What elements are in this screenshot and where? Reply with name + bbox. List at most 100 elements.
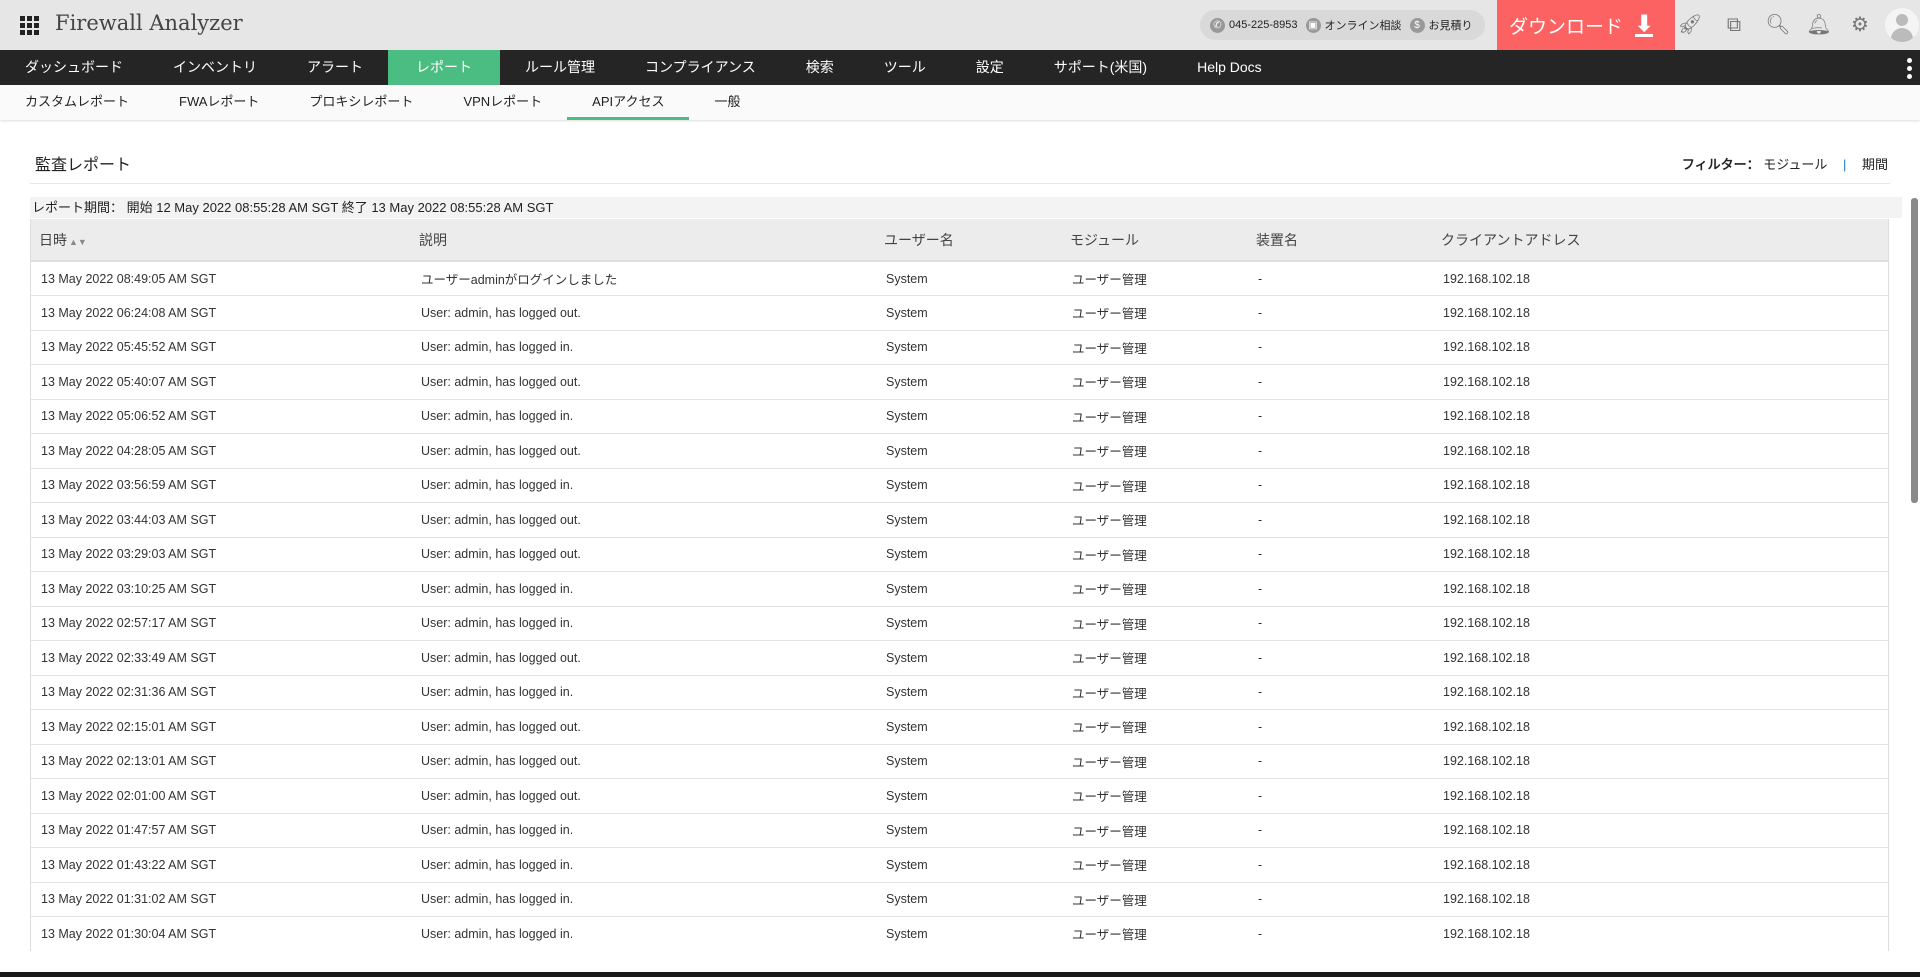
table-row[interactable]: 13 May 2022 05:40:07 AM SGT User: admin, …	[31, 364, 1888, 400]
col-device[interactable]: 装置名	[1248, 219, 1433, 262]
monitor-icon: ▣	[1305, 17, 1321, 33]
table-row[interactable]: 13 May 2022 02:31:36 AM SGT User: admin, …	[31, 675, 1888, 710]
filter-module-link[interactable]: モジュール	[1763, 157, 1827, 172]
rocket-icon[interactable]: 🚀︎	[1677, 12, 1703, 38]
more-menu-icon[interactable]	[1907, 58, 1912, 79]
cell-username: System	[876, 606, 1062, 641]
table-row[interactable]: 13 May 2022 08:49:05 AM SGT ユーザーadminがログイ…	[31, 261, 1888, 296]
cell-datetime: 13 May 2022 03:10:25 AM SGT	[31, 571, 411, 607]
table-row[interactable]: 13 May 2022 03:44:03 AM SGT User: admin, …	[31, 502, 1888, 538]
main-nav: ダッシュボード インベントリ アラート レポート ルール管理 コンプライアンス …	[0, 50, 1920, 85]
table-row[interactable]: 13 May 2022 02:13:01 AM SGT User: admin, …	[31, 744, 1888, 779]
cell-module: ユーザー管理	[1062, 778, 1248, 814]
table-row[interactable]: 13 May 2022 05:45:52 AM SGT User: admin, …	[31, 330, 1888, 365]
cell-datetime: 13 May 2022 04:28:05 AM SGT	[31, 433, 411, 469]
table-row[interactable]: 13 May 2022 01:31:02 AM SGT User: admin, …	[31, 882, 1888, 917]
quote-link[interactable]: お見積り	[1429, 17, 1473, 33]
sort-icon[interactable]: ▲▼	[69, 237, 87, 247]
cell-client-address: 192.168.102.18	[1433, 261, 1888, 296]
nav-support[interactable]: サポート(米国)	[1029, 50, 1172, 85]
cell-username: System	[876, 916, 1062, 951]
cell-module: ユーザー管理	[1062, 502, 1248, 538]
cell-description: User: admin, has logged in.	[411, 468, 876, 503]
presentation-icon[interactable]: ⧉	[1721, 12, 1747, 38]
cell-module: ユーザー管理	[1062, 882, 1248, 917]
cell-device: -	[1248, 916, 1433, 951]
search-icon[interactable]: 🔍︎	[1765, 12, 1791, 38]
cell-username: System	[876, 399, 1062, 434]
table-row[interactable]: 13 May 2022 01:30:04 AM SGT User: admin, …	[31, 916, 1888, 951]
subnav-proxy-report[interactable]: プロキシレポート	[284, 85, 438, 120]
cell-client-address: 192.168.102.18	[1433, 571, 1888, 607]
subnav-api-access[interactable]: APIアクセス	[567, 85, 690, 120]
cell-client-address: 192.168.102.18	[1433, 364, 1888, 400]
col-module[interactable]: モジュール	[1062, 219, 1248, 262]
gear-icon[interactable]: ⚙	[1847, 12, 1873, 38]
cell-description: User: admin, has logged in.	[411, 399, 876, 434]
nav-help-docs[interactable]: Help Docs	[1172, 50, 1287, 85]
table-row[interactable]: 13 May 2022 03:56:59 AM SGT User: admin, …	[31, 468, 1888, 503]
cell-module: ユーザー管理	[1062, 675, 1248, 710]
phone-number[interactable]: 045-225-8953	[1229, 19, 1298, 31]
nav-reports[interactable]: レポート	[388, 50, 500, 85]
scrollbar[interactable]	[1911, 198, 1918, 503]
cell-username: System	[876, 502, 1062, 538]
cell-description: User: admin, has logged out.	[411, 502, 876, 538]
cell-username: System	[876, 709, 1062, 745]
nav-search[interactable]: 検索	[781, 50, 859, 85]
filter-period-link[interactable]: 期間	[1862, 157, 1888, 172]
cell-datetime: 13 May 2022 08:49:05 AM SGT	[31, 261, 411, 296]
cell-username: System	[876, 261, 1062, 296]
nav-alerts[interactable]: アラート	[282, 50, 388, 85]
col-client-address[interactable]: クライアントアドレス	[1433, 219, 1888, 262]
cell-description: User: admin, has logged out.	[411, 778, 876, 814]
table-row[interactable]: 13 May 2022 02:01:00 AM SGT User: admin, …	[31, 778, 1888, 814]
cell-device: -	[1248, 640, 1433, 676]
col-datetime[interactable]: 日時 ▲▼	[31, 219, 411, 262]
cell-device: -	[1248, 433, 1433, 469]
cell-datetime: 13 May 2022 05:06:52 AM SGT	[31, 399, 411, 434]
cell-device: -	[1248, 606, 1433, 641]
subnav-fwa-report[interactable]: FWAレポート	[154, 85, 284, 120]
online-consult-link[interactable]: オンライン相談	[1325, 17, 1402, 33]
cell-description: User: admin, has logged out.	[411, 364, 876, 400]
cell-device: -	[1248, 537, 1433, 572]
subnav-general[interactable]: 一般	[689, 85, 765, 120]
table-row[interactable]: 13 May 2022 01:47:57 AM SGT User: admin, …	[31, 813, 1888, 848]
nav-compliance[interactable]: コンプライアンス	[620, 50, 781, 85]
cell-datetime: 13 May 2022 02:57:17 AM SGT	[31, 606, 411, 641]
contact-pill: ✆ 045-225-8953 ▣ オンライン相談 $ お見積り	[1200, 10, 1485, 40]
table-row[interactable]: 13 May 2022 04:28:05 AM SGT User: admin, …	[31, 433, 1888, 469]
cell-description: User: admin, has logged out.	[411, 537, 876, 572]
nav-rule-management[interactable]: ルール管理	[500, 50, 620, 85]
nav-inventory[interactable]: インベントリ	[148, 50, 282, 85]
download-icon: ⬇	[1635, 10, 1654, 37]
page-header: 監査レポート フィルター： モジュール | 期間	[30, 142, 1890, 184]
nav-tools[interactable]: ツール	[859, 50, 951, 85]
subnav-vpn-report[interactable]: VPNレポート	[438, 85, 567, 120]
col-description[interactable]: 説明	[411, 219, 876, 262]
cell-username: System	[876, 744, 1062, 779]
table-row[interactable]: 13 May 2022 02:15:01 AM SGT User: admin, …	[31, 709, 1888, 745]
cell-username: System	[876, 364, 1062, 400]
table-row[interactable]: 13 May 2022 02:57:17 AM SGT User: admin, …	[31, 606, 1888, 641]
table-row[interactable]: 13 May 2022 02:33:49 AM SGT User: admin, …	[31, 640, 1888, 676]
filter-label: フィルター：	[1681, 157, 1760, 172]
avatar[interactable]	[1885, 8, 1919, 42]
cell-client-address: 192.168.102.18	[1433, 330, 1888, 365]
table-row[interactable]: 13 May 2022 03:29:03 AM SGT User: admin, …	[31, 537, 1888, 572]
filter-separator: |	[1842, 157, 1847, 172]
app-grid-icon[interactable]	[20, 16, 39, 35]
table-row[interactable]: 13 May 2022 05:06:52 AM SGT User: admin, …	[31, 399, 1888, 434]
nav-dashboard[interactable]: ダッシュボード	[0, 50, 148, 85]
nav-settings[interactable]: 設定	[951, 50, 1029, 85]
cell-description: User: admin, has logged in.	[411, 675, 876, 710]
table-row[interactable]: 13 May 2022 06:24:08 AM SGT User: admin, …	[31, 295, 1888, 331]
table-row[interactable]: 13 May 2022 01:43:22 AM SGT User: admin, …	[31, 847, 1888, 883]
cell-client-address: 192.168.102.18	[1433, 744, 1888, 779]
table-row[interactable]: 13 May 2022 03:10:25 AM SGT User: admin, …	[31, 571, 1888, 607]
download-button[interactable]: ダウンロード ⬇	[1497, 0, 1675, 50]
subnav-custom-report[interactable]: カスタムレポート	[0, 85, 154, 120]
col-username[interactable]: ユーザー名	[876, 219, 1062, 262]
bell-icon[interactable]: 🔔︎	[1806, 12, 1832, 38]
